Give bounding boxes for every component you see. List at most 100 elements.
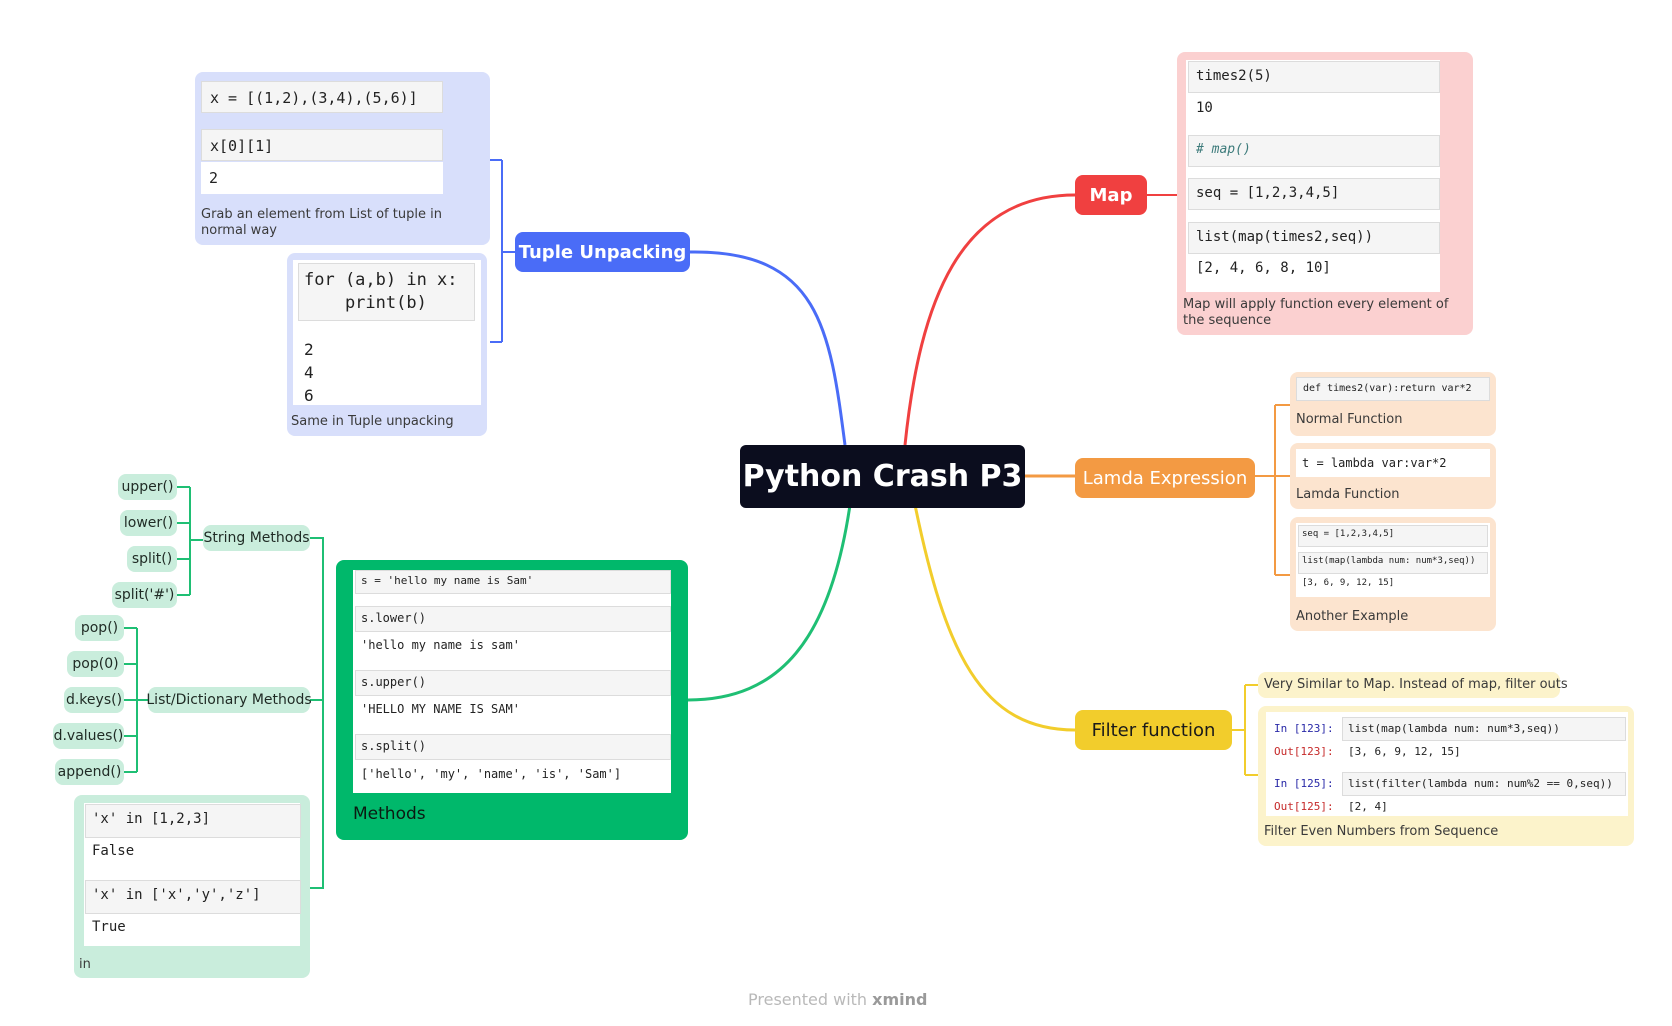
output-text: 2: [209, 169, 219, 187]
output-text: 10: [1196, 100, 1213, 116]
card-caption: Lamda Function: [1296, 487, 1400, 502]
method-label: append(): [57, 764, 122, 780]
lambda-example-card: seq = [1,2,3,4,5] list(map(lambda num: n…: [1290, 517, 1496, 631]
code-text: x = [(1,2),(3,4),(5,6)]: [210, 89, 418, 107]
card-caption: Normal Function: [1296, 412, 1403, 427]
filter-card: In [123]: list(map(lambda num: num*3,seq…: [1258, 706, 1634, 846]
method-label: upper(): [121, 479, 174, 495]
tuple-unpacking-topic[interactable]: Tuple Unpacking: [515, 232, 690, 272]
output-text: ['hello', 'my', 'name', 'is', 'Sam']: [361, 767, 622, 781]
lambda-label: Lamda Expression: [1082, 467, 1248, 489]
code-text: s.split(): [361, 739, 427, 753]
output-text: True: [92, 919, 126, 935]
methods-label: Methods: [353, 804, 426, 824]
method-label: lower(): [123, 515, 174, 531]
code-block: seq = [1,2,3,4,5] list(map(lambda num: n…: [1296, 523, 1490, 597]
card-caption: Same in Tuple unpacking: [291, 414, 454, 429]
card-caption: in: [79, 957, 91, 972]
tuple-card-normal: x = [(1,2),(3,4),(5,6)] x[0][1] 2 Grab a…: [195, 72, 490, 245]
footer-text: Presented with: [748, 990, 868, 1009]
code-text: s.upper(): [361, 675, 427, 689]
card-caption: Another Example: [1296, 609, 1409, 624]
central-topic-label: Python Crash P3: [742, 459, 1023, 494]
lambda-normal-card: def times2(var):return var*2 Normal Func…: [1290, 372, 1496, 436]
method-pill[interactable]: pop(): [75, 615, 124, 641]
code-block: times2(5) 10 # map() seq = [1,2,3,4,5] l…: [1186, 60, 1440, 292]
card-caption: Grab an element from List of tuple in no…: [201, 207, 442, 238]
note-text: Very Similar to Map. Instead of map, fil…: [1264, 677, 1568, 692]
output-text: [2, 4, 6, 8, 10]: [1196, 260, 1331, 276]
tuple-card-unpacking: for (a,b) in x: print(b) 2 4 6 Same in T…: [287, 253, 487, 436]
code-cell: def times2(var):return var*2: [1296, 377, 1490, 401]
method-label: pop(0): [72, 656, 119, 672]
method-pill[interactable]: d.values(): [53, 723, 124, 749]
code-text: list(filter(lambda num: num%2 == 0,seq)): [1348, 777, 1613, 790]
output-text: 'HELLO MY NAME IS SAM': [361, 702, 520, 716]
method-label: split('#'): [114, 587, 175, 603]
filter-note: Very Similar to Map. Instead of map, fil…: [1258, 672, 1568, 698]
code-output-cell: 2: [201, 162, 443, 194]
lambda-function-card: t = lambda var:var*2 Lamda Function: [1290, 443, 1496, 509]
code-text: seq = [1,2,3,4,5]: [1196, 185, 1340, 201]
code-text: s.lower(): [361, 611, 427, 625]
method-pill[interactable]: upper(): [118, 474, 177, 500]
method-label: pop(): [80, 620, 119, 636]
central-topic[interactable]: Python Crash P3: [740, 445, 1025, 508]
comment-text: # map(): [1196, 142, 1251, 157]
output-line: 4: [304, 363, 314, 382]
code-cell: t = lambda var:var*2: [1296, 449, 1490, 477]
code-text: list(map(times2,seq)): [1196, 229, 1374, 245]
output-text: False: [92, 843, 135, 859]
method-pill[interactable]: d.keys(): [64, 687, 124, 713]
code-input-cell: x[0][1]: [201, 129, 443, 161]
lambda-topic[interactable]: Lamda Expression: [1075, 458, 1255, 498]
code-block: 'x' in [1,2,3] False 'x' in ['x','y','z'…: [84, 803, 301, 946]
filter-topic[interactable]: Filter function: [1075, 710, 1232, 750]
output-line: 2: [304, 340, 314, 359]
card-caption: Map will apply function every element of…: [1183, 297, 1449, 328]
footer: Presented with xmind: [748, 990, 927, 1009]
code-text: 'x' in [1,2,3]: [92, 811, 211, 827]
code-cell: for (a,b) in x: print(b) 2 4 6: [293, 260, 481, 405]
filter-label: Filter function: [1091, 719, 1216, 741]
map-card: times2(5) 10 # map() seq = [1,2,3,4,5] l…: [1177, 52, 1473, 335]
xmind-logo: xmind: [872, 990, 928, 1009]
prompt-label: In [125]:: [1274, 777, 1334, 790]
method-pill[interactable]: lower(): [120, 510, 177, 536]
prompt-label: In [123]:: [1274, 722, 1334, 735]
code-line: print(b): [304, 293, 427, 313]
method-label: split(): [131, 551, 173, 567]
code-text: def times2(var):return var*2: [1303, 383, 1472, 394]
code-block: s = 'hello my name is Sam' s.lower() 'he…: [353, 570, 671, 793]
prompt-label: Out[123]:: [1274, 745, 1334, 758]
prompt-label: Out[125]:: [1274, 800, 1334, 813]
map-topic[interactable]: Map: [1075, 175, 1147, 215]
method-pill[interactable]: pop(0): [67, 651, 124, 677]
code-block: In [123]: list(map(lambda num: num*3,seq…: [1266, 712, 1628, 816]
code-input-cell: x = [(1,2),(3,4),(5,6)]: [201, 81, 443, 113]
code-text: times2(5): [1196, 68, 1272, 84]
code-text: list(map(lambda num: num*3,seq)): [1302, 556, 1476, 566]
code-text: t = lambda var:var*2: [1302, 456, 1447, 470]
output-line: 6: [304, 386, 314, 405]
output-text: 'hello my name is sam': [361, 638, 520, 652]
code-text: 'x' in ['x','y','z']: [92, 887, 261, 903]
method-pill[interactable]: split('#'): [112, 582, 177, 608]
method-pill[interactable]: split(): [127, 546, 177, 572]
string-methods-topic[interactable]: String Methods: [203, 525, 310, 551]
method-label: d.values(): [53, 728, 124, 744]
method-pill[interactable]: append(): [55, 759, 124, 785]
tuple-unpacking-label: Tuple Unpacking: [518, 241, 687, 263]
code-text: s = 'hello my name is Sam': [361, 574, 534, 587]
methods-card[interactable]: s = 'hello my name is Sam' s.lower() 'he…: [336, 560, 688, 840]
list-methods-label: List/Dictionary Methods: [146, 692, 312, 708]
list-methods-topic[interactable]: List/Dictionary Methods: [146, 687, 312, 713]
code-text: seq = [1,2,3,4,5]: [1302, 529, 1395, 539]
output-text: [3, 6, 9, 12, 15]: [1348, 745, 1461, 758]
output-text: [3, 6, 9, 12, 15]: [1302, 578, 1395, 588]
map-label: Map: [1089, 184, 1133, 206]
code-line: for (a,b) in x:: [304, 270, 458, 290]
code-text: list(map(lambda num: num*3,seq)): [1348, 722, 1560, 735]
code-text: x[0][1]: [210, 137, 274, 155]
method-label: d.keys(): [65, 692, 123, 708]
